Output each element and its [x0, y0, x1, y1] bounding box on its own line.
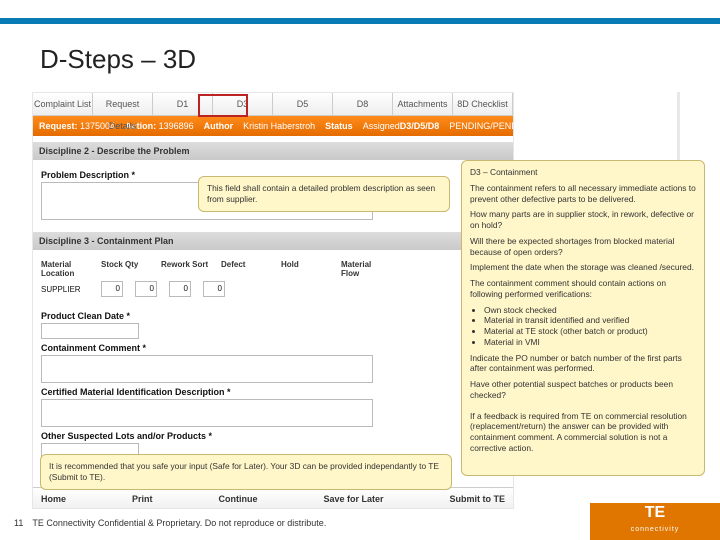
brand-block: TE connectivity [590, 503, 720, 540]
d3-b1: Own stock checked [484, 305, 696, 316]
d3-p1: The containment refers to all necessary … [470, 183, 696, 205]
author-value: Kristin Haberstroh [243, 116, 315, 136]
section-d3: Discipline 3 - Containment Plan [33, 232, 513, 250]
author-label: Author [204, 121, 234, 131]
d-label: D3/D5/D8 [400, 121, 440, 131]
col-rework: Rework Sort [161, 260, 209, 278]
row-supplier: SUPPLIER [41, 285, 89, 294]
d3-b4: Material in VMI [484, 337, 696, 348]
d3-p4: Implement the date when the storage was … [470, 262, 696, 273]
cert-textarea[interactable] [41, 399, 373, 427]
screenshot-app: Complaint List Request Details D1 D3 D5 … [32, 92, 514, 509]
print-button[interactable]: Print [132, 494, 153, 504]
page-title: D-Steps – 3D [40, 44, 196, 75]
d3-p7: Have other potential suspect batches or … [470, 379, 696, 401]
col-hold: Hold [281, 260, 329, 278]
button-row: Home Print Continue Save for Later Submi… [33, 487, 513, 508]
submit-button[interactable]: Submit to TE [450, 494, 506, 504]
save-button[interactable]: Save for Later [323, 494, 383, 504]
col-flow: Material Flow [341, 260, 389, 278]
stock-input[interactable]: 0 [101, 281, 123, 297]
tab-checklist[interactable]: 8D Checklist [453, 93, 513, 115]
brand-sub: connectivity [631, 526, 680, 533]
d3-heading: D3 – Containment [470, 167, 538, 177]
d3-p6: Indicate the PO number or batch number o… [470, 353, 696, 375]
other-label: Other Suspected Lots and/or Products * [41, 431, 505, 441]
containment-table: Material Location Stock Qty Rework Sort … [41, 260, 505, 297]
header-orange: Request: 1375004 Action: 1396896 Author … [33, 116, 513, 136]
tab-request[interactable]: Request Details [93, 93, 153, 115]
tab-d8[interactable]: D8 [333, 93, 393, 115]
footer: 11 TE Connectivity Confidential & Propri… [14, 518, 326, 528]
cert-label: Certified Material Identification Descri… [41, 387, 505, 397]
callout-bottom: It is recommended that you safe your inp… [40, 454, 452, 490]
tab-d5[interactable]: D5 [273, 93, 333, 115]
col-defect: Defect [221, 260, 269, 278]
brand-name: TE [645, 504, 665, 521]
comment-label: Containment Comment * [41, 343, 505, 353]
status-value: Assigned [363, 116, 400, 136]
request-label: Request: [39, 121, 78, 131]
page-number: 11 [14, 518, 30, 528]
tab-bar: Complaint List Request Details D1 D3 D5 … [33, 93, 513, 116]
d3-b3: Material at TE stock (other batch or pro… [484, 326, 696, 337]
defect-input[interactable]: 0 [169, 281, 191, 297]
d3-p3: Will there be expected shortages from bl… [470, 236, 696, 258]
col-matloc: Material Location [41, 260, 89, 278]
d-value: PENDING/PENDING/PENDING [449, 116, 513, 136]
accent-bar [0, 18, 720, 24]
comment-textarea[interactable] [41, 355, 373, 383]
rework-input[interactable]: 0 [135, 281, 157, 297]
d3-p5: The containment comment should contain a… [470, 278, 696, 300]
tab-complaint[interactable]: Complaint List [33, 93, 93, 115]
home-button[interactable]: Home [41, 494, 66, 504]
d3-p2: How many parts are in supplier stock, in… [470, 209, 696, 231]
callout-d3: D3 – Containment The containment refers … [461, 160, 705, 476]
footer-text: TE Connectivity Confidential & Proprieta… [32, 518, 326, 528]
tab-attachments[interactable]: Attachments [393, 93, 453, 115]
action-value: 1396896 [159, 121, 194, 131]
continue-button[interactable]: Continue [219, 494, 258, 504]
section-d2: Discipline 2 - Describe the Problem [33, 142, 513, 160]
table-row: SUPPLIER 0 0 0 0 [41, 281, 505, 297]
tab-highlight [198, 94, 248, 117]
d3-b2: Material in transit identified and verif… [484, 315, 696, 326]
col-stock: Stock Qty [101, 260, 149, 278]
d3-p8: If a feedback is required from TE on com… [470, 411, 696, 454]
status-label: Status [325, 121, 353, 131]
hold-input[interactable]: 0 [203, 281, 225, 297]
callout-problem: This field shall contain a detailed prob… [198, 176, 450, 212]
clean-date-input[interactable] [41, 323, 139, 339]
clean-label: Product Clean Date * [41, 311, 505, 321]
